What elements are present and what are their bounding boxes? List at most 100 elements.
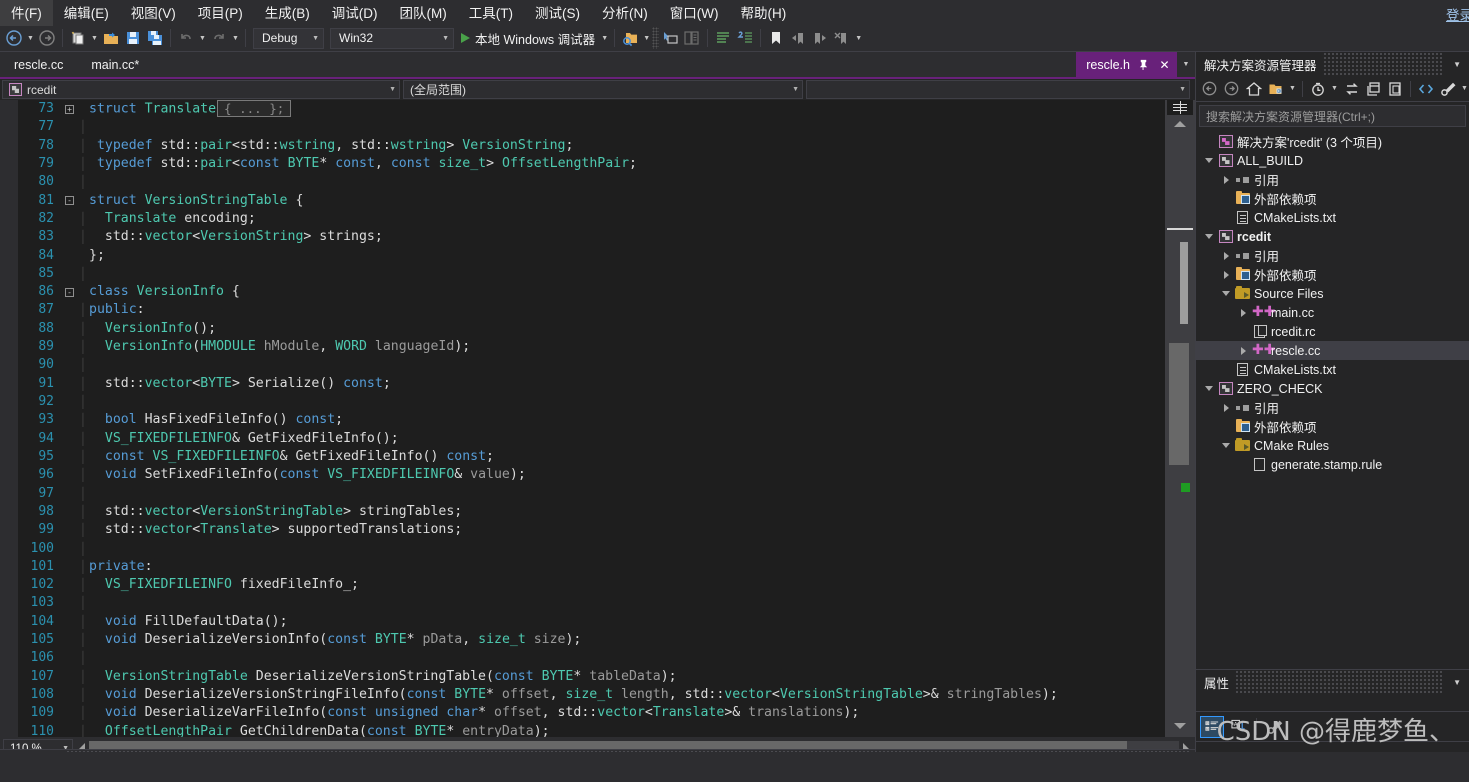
collapsed-block[interactable]: { ... };: [217, 100, 292, 117]
code-line[interactable]: 106 │: [18, 649, 1195, 667]
scrollbar-thumb[interactable]: [1169, 343, 1189, 465]
expand-node-icon[interactable]: [1236, 308, 1250, 317]
code-line[interactable]: 108 │ void DeserializeVersionStringFileIn…: [18, 686, 1195, 704]
code-line[interactable]: 83 │ std::vector<VersionString> strings;: [18, 228, 1195, 246]
tree-item[interactable]: 引用: [1196, 246, 1469, 265]
tree-item[interactable]: rcedit.rc: [1196, 322, 1469, 341]
navigate-backward-icon[interactable]: [3, 27, 25, 49]
sign-in-link[interactable]: 登录: [1446, 4, 1469, 24]
refresh-icon[interactable]: [1341, 78, 1362, 99]
tree-item[interactable]: generate.stamp.rule: [1196, 455, 1469, 474]
code-line[interactable]: 84};: [18, 247, 1195, 265]
code-line[interactable]: 79 │ typedef std::pair<const BYTE* const,…: [18, 155, 1195, 173]
code-line[interactable]: 81 - struct VersionStringTable {: [18, 192, 1195, 210]
code-line[interactable]: 82 │ Translate encoding;: [18, 210, 1195, 228]
code-line[interactable]: 78 │ typedef std::pair<std::wstring, std:…: [18, 137, 1195, 155]
tab-main-cc[interactable]: main.cc*: [77, 52, 153, 77]
expand-node-icon[interactable]: [1219, 403, 1233, 412]
collapse-all-icon[interactable]: [1363, 78, 1384, 99]
properties-icon[interactable]: [1437, 78, 1458, 99]
menu-item-3[interactable]: 项目(P): [187, 0, 254, 26]
collapse-node-icon[interactable]: [1202, 386, 1216, 391]
code-line[interactable]: 104 │ void FillDefaultData();: [18, 613, 1195, 631]
find-in-files-icon[interactable]: [619, 27, 641, 49]
tree-item[interactable]: CMakeLists.txt: [1196, 360, 1469, 379]
toggle-bookmark-icon[interactable]: [765, 27, 787, 49]
tree-item[interactable]: 外部依赖项: [1196, 417, 1469, 436]
expand-node-icon[interactable]: [1219, 270, 1233, 279]
indicator-margin[interactable]: [0, 100, 18, 737]
debug-target-dropdown-icon[interactable]: ▼: [599, 27, 610, 49]
sync-with-active-document-icon[interactable]: [1265, 78, 1286, 99]
code-line[interactable]: 91 │ std::vector<BYTE> Serialize() const;: [18, 375, 1195, 393]
code-line[interactable]: 110 │ OffsetLengthPair GetChildrenData(co…: [18, 723, 1195, 737]
se-overflow-icon[interactable]: ▼: [1459, 78, 1469, 100]
code-line[interactable]: 89 │ VersionInfo(HMODULE hModule, WORD la…: [18, 338, 1195, 356]
solution-configuration-select[interactable]: Debug ▼: [253, 27, 324, 49]
code-line[interactable]: 92 │: [18, 393, 1195, 411]
member-list-select[interactable]: ▼: [806, 80, 1190, 99]
tree-item[interactable]: rcedit: [1196, 227, 1469, 246]
split-view-handle[interactable]: [1167, 100, 1193, 115]
code-line[interactable]: 101 │ private:: [18, 558, 1195, 576]
tree-item[interactable]: CMakeLists.txt: [1196, 208, 1469, 227]
collapse-region-icon[interactable]: -: [62, 196, 77, 206]
backward-dropdown-icon[interactable]: ▼: [25, 27, 36, 49]
solution-platform-select[interactable]: Win32 ▼: [330, 27, 454, 49]
menu-item-0[interactable]: 件(F): [0, 0, 53, 26]
expand-region-icon[interactable]: +: [62, 104, 77, 114]
scroll-up-icon[interactable]: [1174, 121, 1186, 127]
code-line[interactable]: 109 │ void DeserializeVarFileInfo(const u…: [18, 704, 1195, 722]
sync-dropdown-icon[interactable]: ▼: [1287, 78, 1298, 100]
menu-item-6[interactable]: 团队(M): [389, 0, 458, 26]
expand-node-icon[interactable]: [1219, 251, 1233, 260]
menu-item-1[interactable]: 编辑(E): [53, 0, 120, 26]
toolbar-overflow-icon[interactable]: ▼: [853, 27, 864, 49]
code-line[interactable]: 105 │ void DeserializeVersionInfo(const B…: [18, 631, 1195, 649]
menu-item-5[interactable]: 调试(D): [321, 0, 389, 26]
new-project-dropdown-icon[interactable]: ▼: [89, 27, 100, 49]
tree-item[interactable]: 外部依赖项: [1196, 189, 1469, 208]
pin-tab-icon[interactable]: [1136, 57, 1151, 72]
code-line[interactable]: 102 │ VS_FIXEDFILEINFO fixedFileInfo_;: [18, 576, 1195, 594]
code-line[interactable]: 99 │ std::vector<Translate> supportedTran…: [18, 521, 1195, 539]
code-line[interactable]: 90 │: [18, 356, 1195, 374]
menu-item-10[interactable]: 窗口(W): [659, 0, 730, 26]
filter-dropdown-icon[interactable]: ▼: [1329, 78, 1340, 100]
collapse-node-icon[interactable]: [1202, 234, 1216, 239]
code-line[interactable]: 88 │ VersionInfo();: [18, 320, 1195, 338]
tab-overflow-icon[interactable]: ▼: [1177, 52, 1195, 77]
navigate-forward-icon[interactable]: [36, 27, 58, 49]
code-line[interactable]: 86 - class VersionInfo {: [18, 283, 1195, 301]
navigate-to-icon[interactable]: [659, 27, 681, 49]
tab-rescle-cc[interactable]: rescle.cc: [0, 52, 77, 77]
panel-menu-icon[interactable]: ▼: [1449, 60, 1465, 69]
tree-item[interactable]: 外部依赖项: [1196, 265, 1469, 284]
solution-tree[interactable]: 解决方案'rcedit' (3 个项目) ALL_BUILD 引用 外部依赖项 CMak…: [1196, 130, 1469, 669]
forward-icon[interactable]: [1221, 78, 1242, 99]
collapse-node-icon[interactable]: [1219, 291, 1233, 296]
code-line[interactable]: 97 │: [18, 485, 1195, 503]
properties-object-select[interactable]: [1196, 694, 1469, 712]
show-all-files-icon[interactable]: [1385, 78, 1406, 99]
collapse-region-icon[interactable]: -: [62, 287, 77, 297]
tree-item[interactable]: ✚✚ rescle.cc: [1196, 341, 1469, 360]
tree-item[interactable]: 引用: [1196, 170, 1469, 189]
collapse-node-icon[interactable]: [1202, 158, 1216, 163]
editor-vertical-scrollbar[interactable]: [1165, 100, 1195, 737]
code-line[interactable]: 93 │ bool HasFixedFileInfo() const;: [18, 411, 1195, 429]
open-file-icon[interactable]: [100, 27, 122, 49]
solution-explorer-search[interactable]: 搜索解决方案资源管理器(Ctrl+;): [1199, 105, 1466, 127]
uncomment-lines-icon[interactable]: [734, 27, 756, 49]
code-line[interactable]: 85 │: [18, 265, 1195, 283]
member-scope-select[interactable]: (全局范围) ▼: [403, 80, 803, 99]
code-line[interactable]: 96 │ void SetFixedFileInfo(const VS_FIXED…: [18, 466, 1195, 484]
save-icon[interactable]: [122, 27, 144, 49]
code-line[interactable]: 87 │ public:: [18, 301, 1195, 319]
pending-changes-filter-icon[interactable]: [1307, 78, 1328, 99]
find-dropdown-icon[interactable]: ▼: [641, 27, 652, 49]
code-line[interactable]: 103 │: [18, 594, 1195, 612]
code-line[interactable]: 77 │: [18, 118, 1195, 136]
code-editor[interactable]: 73 + struct Translate{ ... }; 77 │ 78 │ typede…: [0, 100, 1195, 737]
menu-item-11[interactable]: 帮助(H): [729, 0, 797, 26]
